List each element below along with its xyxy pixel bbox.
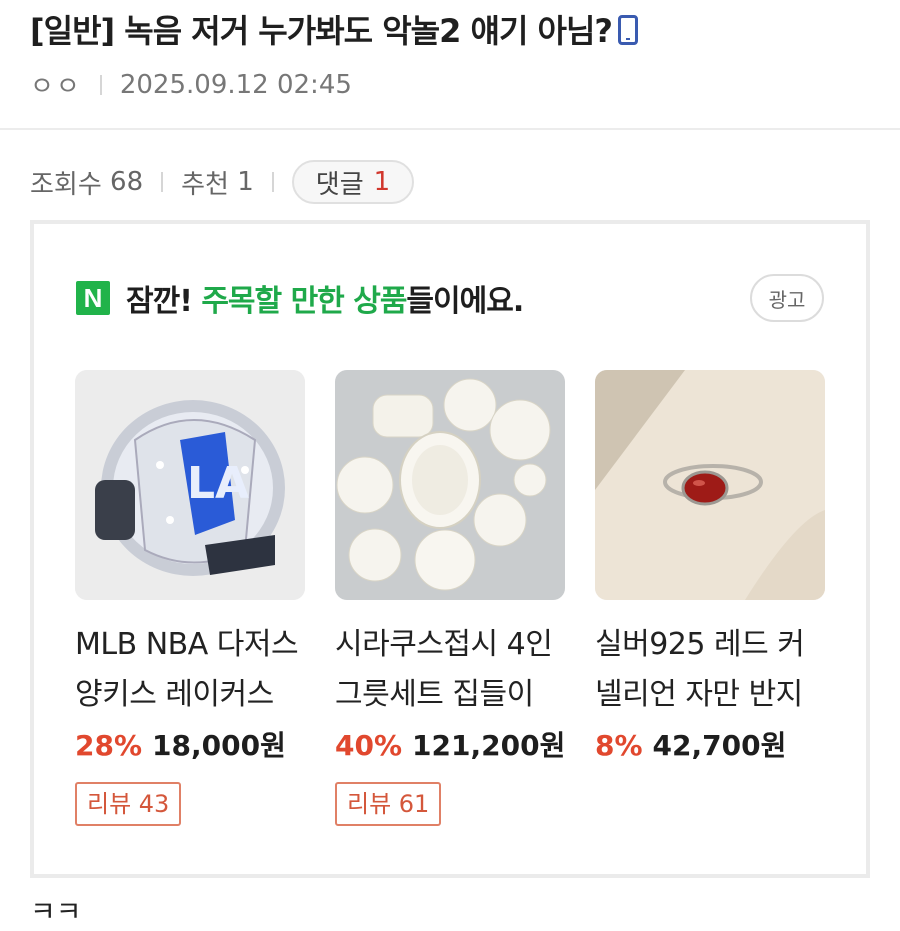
product-price-row: 40% 121,200원 [335, 724, 565, 764]
ad-heading-highlight: 주목할 만한 상품 [201, 284, 407, 319]
product-card[interactable]: 시라쿠스접시 4인그릇세트 집들이 식기 40% 121,200원 리뷰 61 [335, 370, 565, 826]
comments-button[interactable]: 댓글 1 [291, 160, 415, 204]
ad-heading: 잠깐! 주목할 만한 상품들이에요. [126, 276, 524, 320]
naver-logo-icon: N [76, 281, 110, 315]
product-image-silver-red-stone-ring[interactable] [595, 370, 825, 600]
product-price: 121,200원 [412, 729, 566, 762]
product-price-row: 28% 18,000원 [75, 724, 305, 764]
post-datetime: 2025.09.12 02:45 [119, 69, 352, 100]
recommend-label: 추천 [181, 169, 229, 200]
recommend-count: 1 [237, 167, 254, 197]
divider [271, 172, 274, 192]
product-review-badge: 리뷰 61 [335, 782, 442, 826]
ad-heading-suffix: 들이에요. [406, 284, 524, 319]
ad-heading-prefix: 잠깐! [126, 284, 202, 319]
product-discount: 28% [75, 729, 143, 762]
product-discount: 8% [595, 729, 643, 762]
ring-illustration: LA [75, 370, 305, 600]
product-card[interactable]: 실버925 레드 커넬리언 자만 반지 8% 42,700원 [595, 370, 825, 764]
post-title-text: [일반] 녹음 저거 누가봐도 악놀2 얘기 아님? [30, 12, 613, 50]
product-price-row: 8% 42,700원 [595, 724, 825, 764]
header-divider [0, 128, 900, 130]
views-label: 조회수 [30, 169, 102, 200]
silver-ring-illustration [595, 370, 825, 600]
product-image-championship-ring[interactable]: LA [75, 370, 305, 600]
views-count: 68 [110, 167, 144, 197]
post-title: [일반] 녹음 저거 누가봐도 악놀2 얘기 아님? [30, 6, 638, 52]
post-stats: 조회수 68 추천 1 댓글 1 [30, 160, 415, 204]
post-body-text: ㅋㅋ [30, 895, 82, 928]
post-meta: ㅇㅇ 2025.09.12 02:45 [30, 66, 352, 103]
comments-label: 댓글 [315, 169, 364, 200]
ad-header: N 잠깐! 주목할 만한 상품들이에요. [76, 276, 524, 320]
product-card[interactable]: LA MLB NBA 다저스 양키스 레이커스 챔피언십 반지 28% 18,00… [75, 370, 305, 826]
product-price: 18,000원 [152, 729, 286, 762]
dish-set-illustration [335, 370, 565, 600]
divider [99, 74, 102, 95]
comments-count: 1 [373, 167, 391, 197]
product-review-badge: 리뷰 43 [75, 782, 182, 826]
product-name[interactable]: 시라쿠스접시 4인그릇세트 집들이 식기 [335, 620, 565, 720]
author-name[interactable]: ㅇㅇ [30, 66, 82, 103]
product-name[interactable]: MLB NBA 다저스 양키스 레이커스 챔피언십 반지 [75, 620, 305, 720]
product-price: 42,700원 [652, 729, 787, 762]
ad-badge[interactable]: 광고 [750, 274, 824, 322]
divider [161, 172, 164, 192]
svg-text:LA: LA [187, 458, 249, 509]
product-image-ceramic-dish-set[interactable] [335, 370, 565, 600]
mobile-phone-icon [617, 15, 638, 45]
product-discount: 40% [335, 729, 403, 762]
product-name[interactable]: 실버925 레드 커넬리언 자만 반지 [595, 620, 825, 720]
ad-panel: N 잠깐! 주목할 만한 상품들이에요. 광고 LA MLB NBA 다저스 양… [30, 220, 870, 878]
